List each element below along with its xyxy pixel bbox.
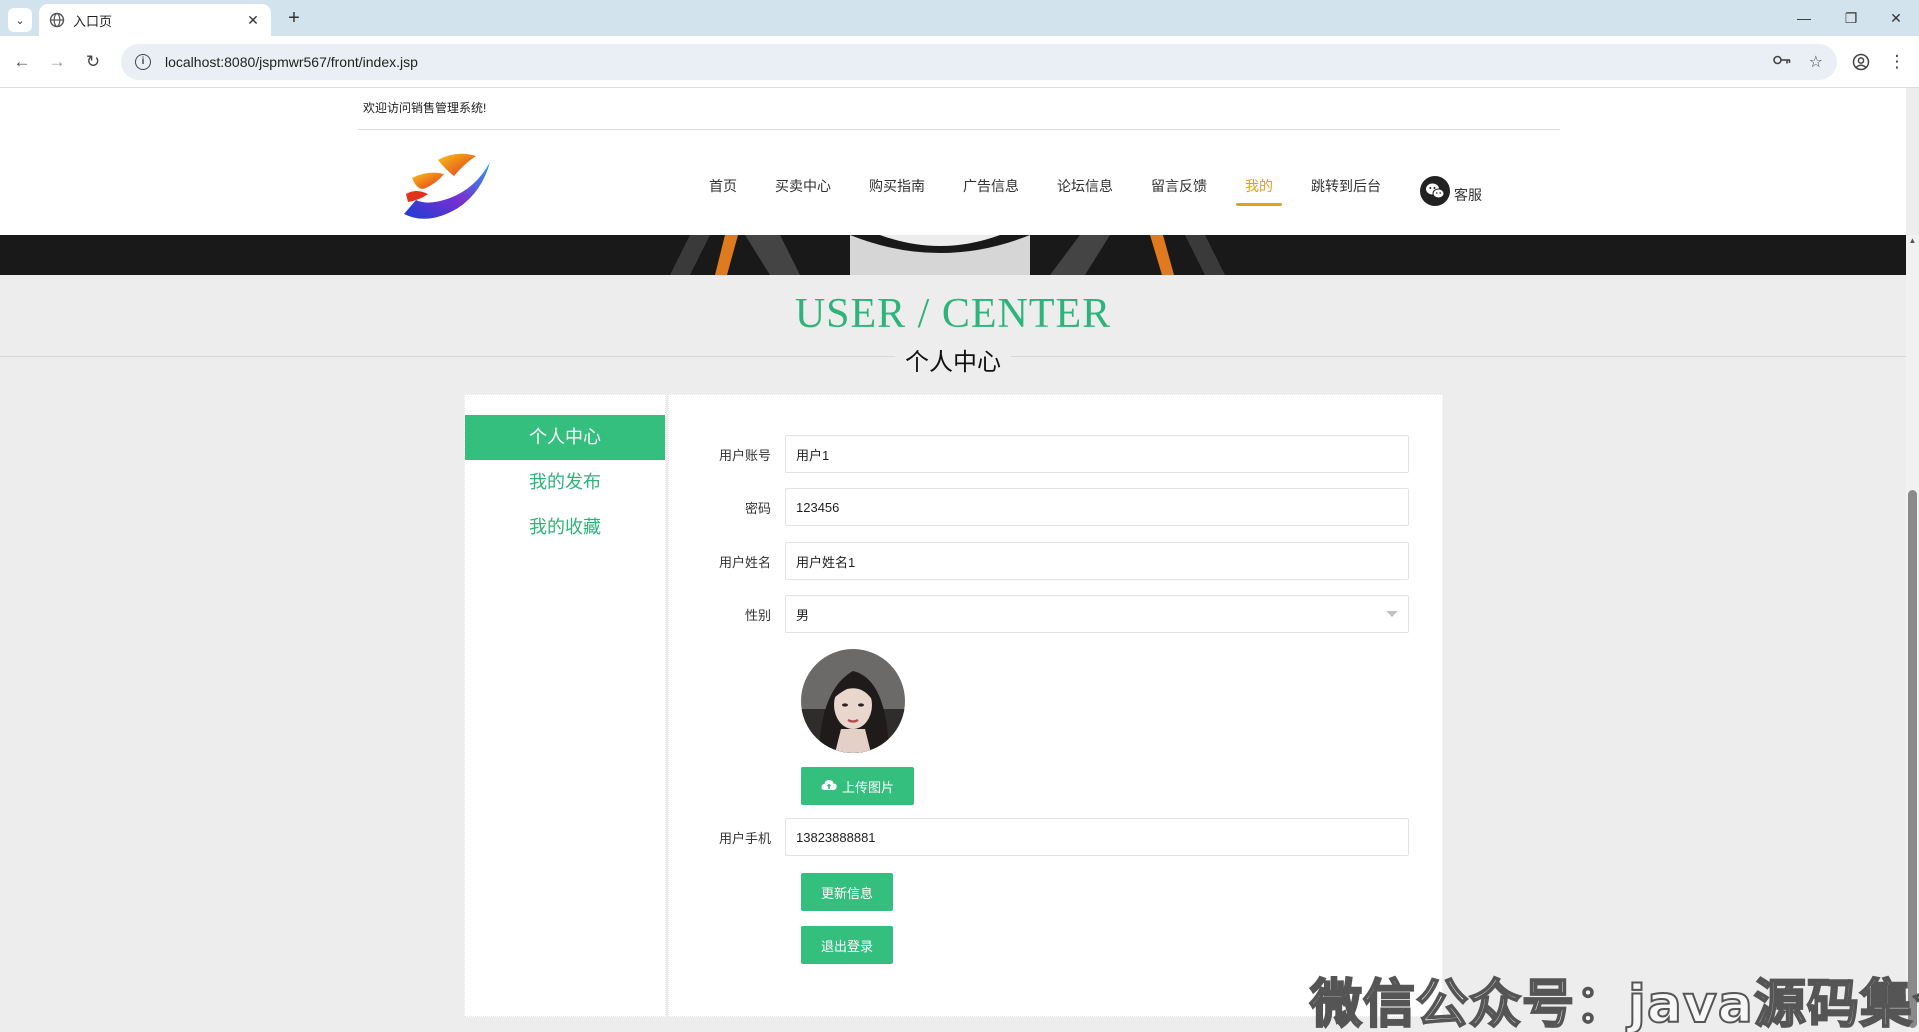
password-input[interactable]: 123456 <box>785 488 1409 526</box>
welcome-text: 欢迎访问销售管理系统! <box>363 101 487 115</box>
page-scrollbar-thumb[interactable] <box>1908 490 1917 1028</box>
nav-forum[interactable]: 论坛信息 <box>1057 176 1113 206</box>
upload-image-label: 上传图片 <box>841 779 894 795</box>
browser-toolbar: ← → ↻ i localhost:8080/jspmwr567/front/i… <box>0 36 1919 88</box>
password-label: 密码 <box>744 500 771 516</box>
bookmark-star-icon[interactable]: ☆ <box>1809 52 1823 72</box>
profile-icon[interactable] <box>1849 50 1873 74</box>
customer-service-label: 客服 <box>1454 187 1482 203</box>
main-nav: 首页 买卖中心 购买指南 广告信息 论坛信息 留言反馈 我的 跳转到后台 客服 <box>690 176 1501 206</box>
banner-image <box>0 235 1906 275</box>
account-input[interactable]: 用户1 <box>785 435 1409 473</box>
nav-feedback[interactable]: 留言反馈 <box>1151 176 1207 206</box>
dropdown-arrow-icon <box>1386 611 1398 617</box>
name-row: 用户姓名 用户姓名1 <box>669 542 1444 580</box>
tab-title: 入口页 <box>73 13 113 29</box>
gender-row: 性别 男 <box>669 595 1444 633</box>
address-bar[interactable]: i localhost:8080/jspmwr567/front/index.j… <box>121 44 1837 80</box>
password-row: 密码 123456 <box>669 488 1444 526</box>
close-window-button[interactable]: ✕ <box>1881 6 1911 30</box>
site-header: 欢迎访问销售管理系统! 首页 买卖中心 购买指南 广告信息 论坛信息 留言反馈 … <box>0 88 1906 235</box>
customer-service-link[interactable]: 客服 <box>1420 176 1482 206</box>
user-center-sidebar: 个人中心 我的发布 我的收藏 <box>464 394 666 1017</box>
new-tab-button[interactable]: + <box>282 7 306 31</box>
menu-kebab-icon[interactable]: ⋮ <box>1885 50 1909 74</box>
url-text[interactable]: localhost:8080/jspmwr567/front/index.jsp <box>165 54 1773 70</box>
section-title-cn-wrap: 个人中心 <box>0 342 1906 377</box>
password-key-icon[interactable] <box>1772 53 1791 71</box>
site-info-icon[interactable]: i <box>135 54 151 70</box>
header-divider <box>358 129 1560 130</box>
site-logo[interactable] <box>398 148 494 228</box>
gender-value: 男 <box>796 607 810 623</box>
browser-tab[interactable]: 入口页 ✕ <box>39 4 271 36</box>
profile-form-panel: 用户账号 用户1 密码 123456 用户姓名 用户姓名1 性别 男 上传图片 … <box>668 394 1443 1017</box>
chevron-down-icon: ⌄ <box>15 14 25 27</box>
nav-buying-guide[interactable]: 购买指南 <box>869 176 925 206</box>
close-tab-icon[interactable]: ✕ <box>245 12 261 29</box>
update-info-button[interactable]: 更新信息 <box>801 873 893 911</box>
wechat-icon <box>1420 176 1450 206</box>
nav-mine[interactable]: 我的 <box>1236 176 1282 206</box>
gender-label: 性别 <box>744 607 771 623</box>
account-row: 用户账号 用户1 <box>669 435 1444 473</box>
watermark-text: 微信公众号：java源码集合 <box>1309 974 1919 1032</box>
section-title-cn: 个人中心 <box>895 349 1011 376</box>
nav-ad-info[interactable]: 广告信息 <box>963 176 1019 206</box>
section-title-en: USER / CENTER <box>794 291 1112 337</box>
avatar <box>801 649 905 753</box>
cloud-upload-icon <box>821 779 837 794</box>
gender-select[interactable]: 男 <box>785 595 1409 633</box>
upload-image-button[interactable]: 上传图片 <box>801 767 914 805</box>
logout-button[interactable]: 退出登录 <box>801 926 893 964</box>
name-input[interactable]: 用户姓名1 <box>785 542 1409 580</box>
sidebar-item-my-favorites[interactable]: 我的收藏 <box>465 505 665 550</box>
reload-icon[interactable]: ↻ <box>81 50 105 74</box>
nav-home[interactable]: 首页 <box>709 176 737 206</box>
name-label: 用户姓名 <box>718 554 771 570</box>
nav-go-admin[interactable]: 跳转到后台 <box>1311 176 1381 206</box>
phone-input[interactable]: 13823888881 <box>785 818 1409 856</box>
phone-label: 用户手机 <box>718 830 771 846</box>
account-label: 用户账号 <box>718 447 771 463</box>
browser-tab-bar: ⌄ 入口页 ✕ + — ❐ ✕ <box>0 0 1919 36</box>
nav-trade-center[interactable]: 买卖中心 <box>775 176 831 206</box>
back-arrow-icon[interactable]: ← <box>10 50 34 74</box>
sidebar-item-my-posts[interactable]: 我的发布 <box>465 460 665 505</box>
phone-row: 用户手机 13823888881 <box>669 818 1444 856</box>
tab-search-dropdown[interactable]: ⌄ <box>8 8 32 32</box>
forward-arrow-icon[interactable]: → <box>45 50 69 74</box>
globe-icon <box>49 12 65 28</box>
restore-button[interactable]: ❐ <box>1836 6 1866 30</box>
sidebar-item-profile[interactable]: 个人中心 <box>465 415 665 460</box>
minimize-button[interactable]: — <box>1789 6 1819 30</box>
scroll-up-arrow-icon[interactable]: ▲ <box>1906 236 1919 248</box>
